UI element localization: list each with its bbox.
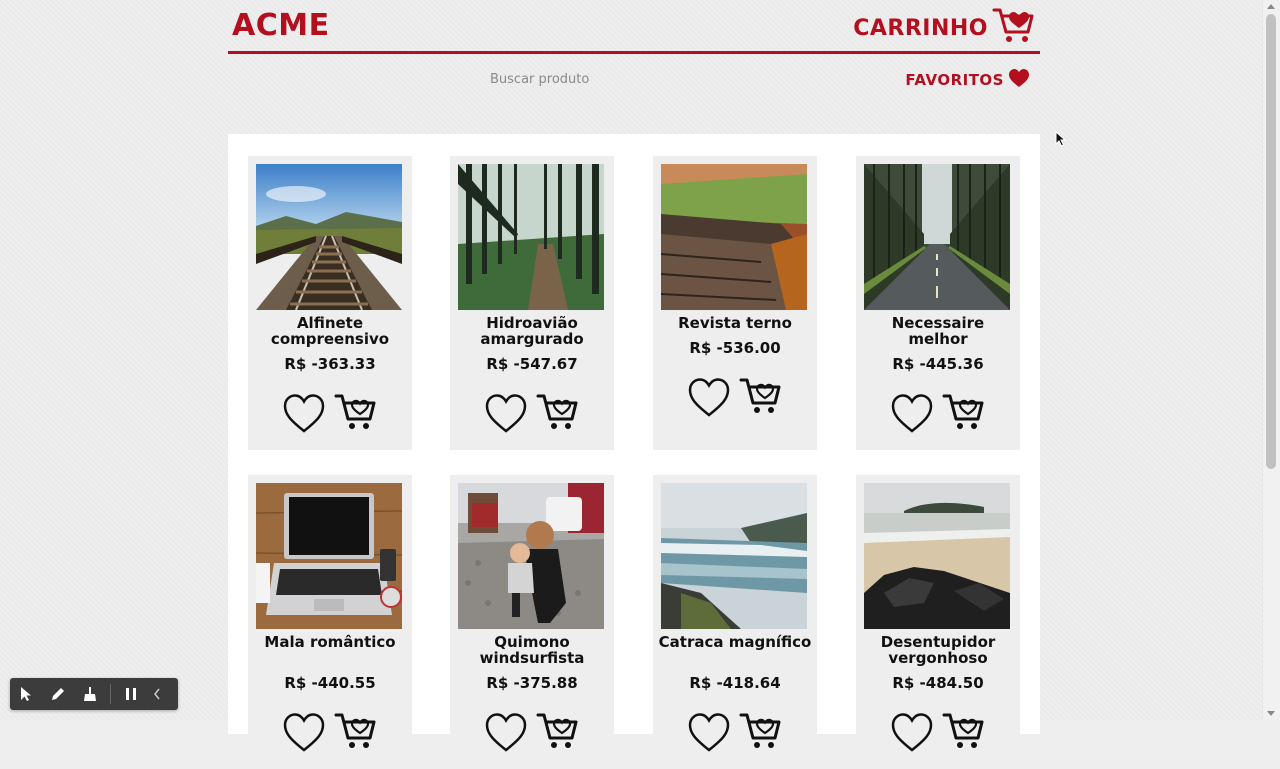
product-price: R$ -445.36 — [892, 355, 984, 373]
product-grid: Alfinete compreensivo R$ -363.33 Hidroav… — [228, 134, 1040, 769]
add-to-cart-icon[interactable] — [739, 376, 783, 422]
product-actions — [653, 376, 817, 422]
add-to-cart-icon[interactable] — [536, 392, 580, 438]
product-price: R$ -375.88 — [486, 674, 578, 692]
product-name: Necessaire melhor — [891, 314, 985, 348]
product-card[interactable]: Desentupidor vergonhoso R$ -484.50 — [856, 475, 1020, 769]
vertical-scrollbar[interactable] — [1262, 0, 1280, 720]
broom-tool-icon[interactable] — [74, 678, 106, 710]
product-image-beach-rocks[interactable] — [864, 483, 1010, 629]
favorite-heart-icon[interactable] — [687, 711, 731, 757]
product-card[interactable]: Catraca magnífico R$ -418.64 — [653, 475, 817, 769]
product-actions — [653, 711, 817, 757]
product-price: R$ -418.64 — [689, 674, 781, 692]
sub-navigation: FAVORITOS — [228, 60, 1040, 96]
product-name: Alfinete compreensivo — [270, 314, 390, 348]
favorite-heart-icon[interactable] — [484, 711, 528, 757]
product-price: R$ -547.67 — [486, 355, 578, 373]
add-to-cart-icon[interactable] — [536, 711, 580, 757]
product-actions — [450, 392, 614, 438]
product-image-mother-and-child[interactable] — [458, 483, 604, 629]
add-to-cart-icon[interactable] — [942, 711, 986, 757]
product-price: R$ -536.00 — [689, 339, 781, 357]
product-name: Revista terno — [678, 314, 792, 332]
collapse-chevron-icon[interactable] — [147, 678, 167, 710]
product-card[interactable]: Alfinete compreensivo R$ -363.33 — [248, 156, 412, 450]
add-to-cart-icon[interactable] — [334, 711, 378, 757]
product-price: R$ -484.50 — [892, 674, 984, 692]
mouse-cursor-icon — [1055, 130, 1067, 151]
add-to-cart-icon[interactable] — [942, 392, 986, 438]
product-image-railroad-tracks[interactable] — [256, 164, 402, 310]
product-image-mossy-log[interactable] — [661, 164, 807, 310]
product-name: Catraca magnífico — [658, 633, 812, 651]
product-card[interactable]: Necessaire melhor R$ -445.36 — [856, 156, 1020, 450]
product-name: Quimono windsurfista — [479, 633, 585, 667]
add-to-cart-icon[interactable] — [334, 392, 378, 438]
product-name: Hidroavião amargurado — [480, 314, 584, 348]
favorite-heart-icon[interactable] — [890, 392, 934, 438]
product-image-laptop-on-desk[interactable] — [256, 483, 402, 629]
cart-heart-icon — [992, 6, 1036, 50]
search-input[interactable] — [488, 68, 662, 90]
favorites-label: FAVORITOS — [905, 71, 1004, 89]
product-actions — [450, 711, 614, 757]
product-card[interactable]: Quimono windsurfista R$ -375.88 — [450, 475, 614, 769]
scrollbar-thumb[interactable] — [1266, 14, 1276, 469]
product-actions — [856, 711, 1020, 757]
product-name: Desentupidor vergonhoso — [880, 633, 996, 667]
favorite-heart-icon[interactable] — [282, 711, 326, 757]
product-actions — [856, 392, 1020, 438]
favorite-heart-icon[interactable] — [484, 392, 528, 438]
favorite-heart-icon[interactable] — [890, 711, 934, 757]
scroll-up-arrow-icon[interactable] — [1267, 4, 1275, 9]
pause-icon[interactable] — [115, 678, 147, 710]
cart-link[interactable]: CARRINHO — [853, 6, 1036, 50]
add-to-cart-icon[interactable] — [739, 711, 783, 757]
favorite-heart-icon[interactable] — [282, 392, 326, 438]
product-card[interactable]: Revista terno R$ -536.00 — [653, 156, 817, 450]
product-actions — [248, 711, 412, 757]
favorites-link[interactable]: FAVORITOS — [905, 68, 1030, 92]
annotation-toolbar — [10, 678, 178, 710]
cart-label: CARRINHO — [853, 15, 988, 41]
favorite-heart-icon[interactable] — [687, 376, 731, 422]
product-image-forest-path[interactable] — [458, 164, 604, 310]
product-card[interactable]: Mala romântico R$ -440.55 — [248, 475, 412, 769]
product-card[interactable]: Hidroavião amargurado R$ -547.67 — [450, 156, 614, 450]
product-price: R$ -440.55 — [284, 674, 376, 692]
site-header: ACME CARRINHO — [228, 0, 1040, 54]
site-logo[interactable]: ACME — [232, 8, 330, 43]
pointer-tool-icon[interactable] — [10, 678, 42, 710]
product-price: R$ -363.33 — [284, 355, 376, 373]
product-image-river-rocks[interactable] — [661, 483, 807, 629]
product-actions — [248, 392, 412, 438]
heart-icon — [1008, 68, 1030, 92]
scroll-down-arrow-icon[interactable] — [1267, 711, 1275, 716]
product-name: Mala romântico — [264, 633, 396, 651]
product-image-tree-lined-road[interactable] — [864, 164, 1010, 310]
pen-tool-icon[interactable] — [42, 678, 74, 710]
toolbar-divider — [110, 684, 111, 704]
